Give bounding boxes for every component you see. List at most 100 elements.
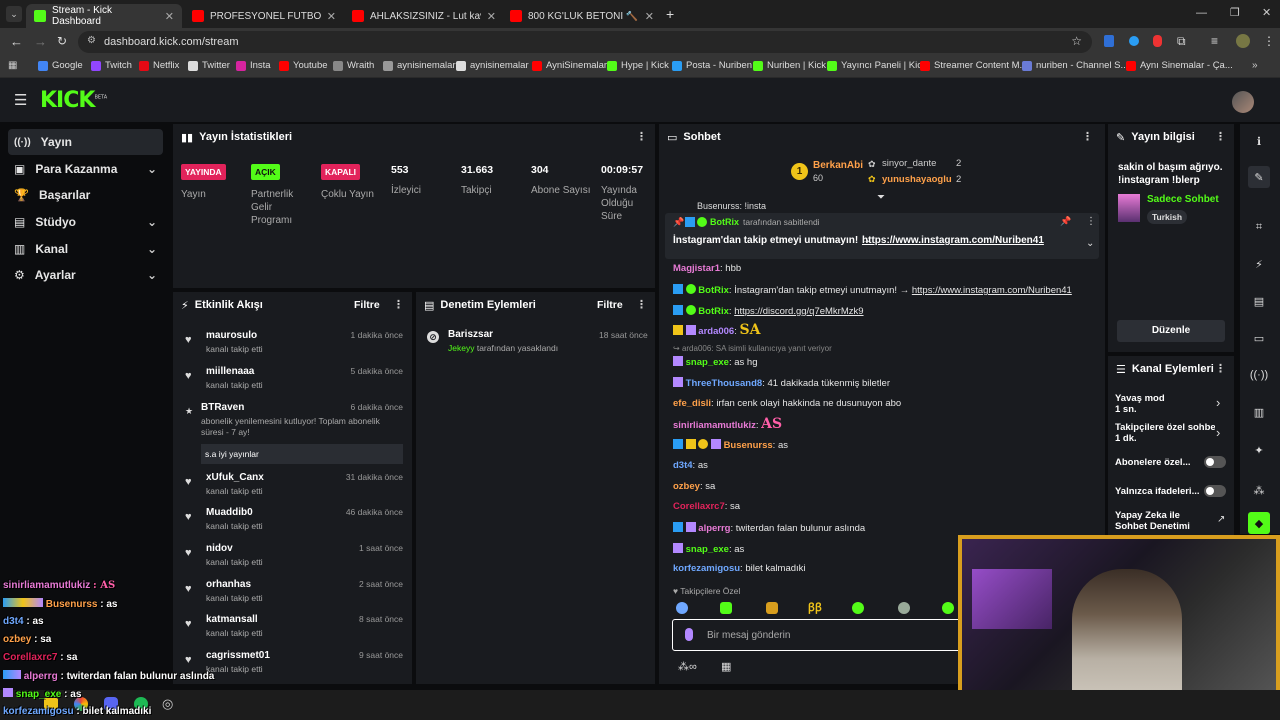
emote-icon[interactable]: [852, 602, 864, 614]
chat-username[interactable]: korfezamigosu: [673, 563, 740, 574]
kick-bot-icon[interactable]: ◆: [1248, 512, 1270, 534]
media-control-icon[interactable]: ≡: [1211, 34, 1218, 48]
bookmark-item[interactable]: Twitter: [188, 60, 230, 71]
bookmark-item[interactable]: Hype | Kick: [607, 60, 669, 71]
bookmark-item[interactable]: Youtube: [279, 60, 328, 71]
reload-icon[interactable]: ↻: [57, 34, 67, 48]
microphone-icon[interactable]: [685, 628, 693, 641]
wrench-icon[interactable]: ✦: [1248, 439, 1270, 461]
new-tab-button[interactable]: +: [666, 6, 674, 22]
chat-username[interactable]: ThreeThousand8: [686, 378, 763, 389]
users-icon[interactable]: ⁂: [1248, 479, 1270, 501]
emotes-only-toggle[interactable]: [1204, 485, 1226, 497]
forward-arrow-icon[interactable]: →: [34, 34, 47, 49]
more-options-icon[interactable]: ⋮: [636, 130, 647, 143]
close-tab-icon[interactable]: ✕: [165, 10, 174, 23]
more-options-icon[interactable]: ⋮: [1082, 130, 1093, 143]
tab-youtube-3[interactable]: 800 KG'LUK BETONI 🔨 KIRAR ✕: [502, 4, 662, 28]
bookmark-item[interactable]: Yayıncı Paneli | Kick: [827, 60, 927, 71]
extension-shield-icon[interactable]: [1104, 35, 1114, 47]
chat-username[interactable]: arda006: [698, 326, 734, 337]
sidebar-item-yayin[interactable]: ((·)) Yayın: [8, 129, 163, 155]
bookmark-item[interactable]: Google: [38, 60, 83, 71]
extension-icon[interactable]: [1129, 36, 1139, 46]
close-tab-icon[interactable]: ✕: [645, 10, 654, 23]
more-options-icon[interactable]: ⋮: [393, 298, 404, 311]
chat-link[interactable]: https://www.instagram.com/Nuriben41: [912, 285, 1072, 296]
chat-username[interactable]: snap_exe: [686, 544, 729, 555]
more-options-icon[interactable]: ⋮: [1215, 130, 1226, 143]
chat-bubble-icon[interactable]: ▭: [1248, 327, 1270, 349]
bookmark-item[interactable]: Aynı Sinemalar - Ça...: [1126, 60, 1233, 71]
emote-icon[interactable]: [676, 602, 688, 614]
profile-avatar-icon[interactable]: [1236, 34, 1250, 48]
chat-store-icon[interactable]: ▦: [721, 660, 731, 673]
emote-icon[interactable]: [898, 602, 910, 614]
moderator-name[interactable]: Jekeyy: [448, 343, 474, 353]
broadcast-icon[interactable]: ((·)): [1248, 364, 1270, 386]
stream-tag[interactable]: Turkish: [1147, 210, 1188, 224]
kick-logo[interactable]: KICKBETA: [40, 88, 107, 113]
more-options-icon[interactable]: ⋮: [1086, 216, 1096, 227]
category-name[interactable]: Sadece Sohbet: [1147, 194, 1219, 205]
bookmark-item[interactable]: aynisinemalar: [456, 60, 529, 71]
chat-username[interactable]: Corellaxrc7: [673, 501, 725, 512]
bookmark-item[interactable]: Netflix: [139, 60, 179, 71]
tab-search-button[interactable]: ⌄: [6, 6, 22, 22]
chevron-right-icon[interactable]: ›: [1216, 395, 1220, 410]
chat-users-icon[interactable]: ⁂∞: [678, 660, 697, 673]
chat-username[interactable]: d3t4: [673, 460, 693, 471]
chat-link[interactable]: https://discord.gg/q7eMkrMzk9: [734, 306, 863, 317]
minimize-button[interactable]: —: [1196, 7, 1207, 19]
chevron-right-icon[interactable]: ›: [1216, 425, 1220, 440]
user-avatar[interactable]: [1232, 91, 1254, 113]
bookmark-item[interactable]: nuriben - Channel S...: [1022, 60, 1128, 71]
filter-button[interactable]: Filtre: [354, 299, 380, 311]
maximize-button[interactable]: ❐: [1230, 6, 1240, 19]
more-options-icon[interactable]: ⋮: [636, 298, 647, 311]
close-tab-icon[interactable]: ✕: [327, 10, 336, 23]
bookmark-item[interactable]: Wraith: [333, 60, 374, 71]
browser-menu-icon[interactable]: ⋮: [1263, 34, 1275, 48]
bookmark-item[interactable]: Streamer Content M...: [920, 60, 1027, 71]
chat-username[interactable]: Magjistar1: [673, 263, 720, 274]
back-arrow-icon[interactable]: ←: [10, 34, 23, 49]
external-link-icon[interactable]: ↗: [1217, 514, 1225, 525]
chat-username[interactable]: BotRix: [698, 306, 729, 317]
sidebar-item-ayarlar[interactable]: ⚙ Ayarlar ⌄: [8, 262, 163, 288]
more-bookmarks-icon[interactable]: »: [1252, 60, 1258, 71]
chevron-down-icon[interactable]: ⌄: [1086, 238, 1094, 249]
more-options-icon[interactable]: ⋮: [1215, 362, 1226, 375]
chat-username[interactable]: sinirliamamutlukiz: [673, 420, 756, 431]
sidebar-item-para-kazanma[interactable]: ▣ Para Kazanma ⌄: [8, 156, 163, 182]
chat-username[interactable]: efe_disli: [673, 398, 711, 409]
extensions-puzzle-icon[interactable]: ⧉: [1177, 34, 1186, 49]
unpin-icon[interactable]: 📌: [1060, 216, 1071, 227]
pinned-link[interactable]: https://www.instagram.com/Nuriben41: [862, 235, 1044, 246]
bookmark-item[interactable]: Posta - Nuriben: [672, 60, 752, 71]
bookmark-item[interactable]: AyniSinemalar: [532, 60, 607, 71]
edit-stream-button[interactable]: Düzenle: [1117, 320, 1225, 342]
hamburger-menu-icon[interactable]: ☰: [14, 91, 27, 109]
layout-icon[interactable]: ▥: [1248, 401, 1270, 423]
emote-icon[interactable]: [942, 602, 954, 614]
chat-username[interactable]: Busenurss: [724, 440, 773, 451]
tab-youtube-1[interactable]: PROFESYONEL FUTBOLCU SEN ✕: [184, 4, 344, 28]
chat-username[interactable]: snap_exe: [686, 357, 729, 368]
top-gifter-name[interactable]: sinyor_dante: [882, 158, 936, 169]
emote-icon[interactable]: [766, 602, 778, 614]
emote-icon[interactable]: [720, 602, 732, 614]
lightning-icon[interactable]: ⚡: [1248, 253, 1270, 275]
extension-icon[interactable]: [1153, 35, 1162, 47]
bookmark-item[interactable]: Insta: [236, 60, 271, 71]
followers-only-row[interactable]: Takipçilere özel sohbet 1 dk.: [1115, 422, 1215, 444]
chat-username[interactable]: ozbey: [673, 481, 700, 492]
chat-username[interactable]: BotRix: [698, 285, 729, 296]
filter-button[interactable]: Filtre: [597, 299, 623, 311]
site-info-icon[interactable]: ⚙: [87, 35, 96, 46]
close-tab-icon[interactable]: ✕: [487, 10, 496, 23]
slow-mode-row[interactable]: Yavaş mod 1 sn.: [1115, 393, 1165, 415]
chat-username[interactable]: alperrg: [698, 523, 730, 534]
url-field[interactable]: ⚙ dashboard.kick.com/stream ☆: [78, 31, 1092, 53]
chat-input[interactable]: Bir mesaj gönderin: [672, 619, 962, 651]
